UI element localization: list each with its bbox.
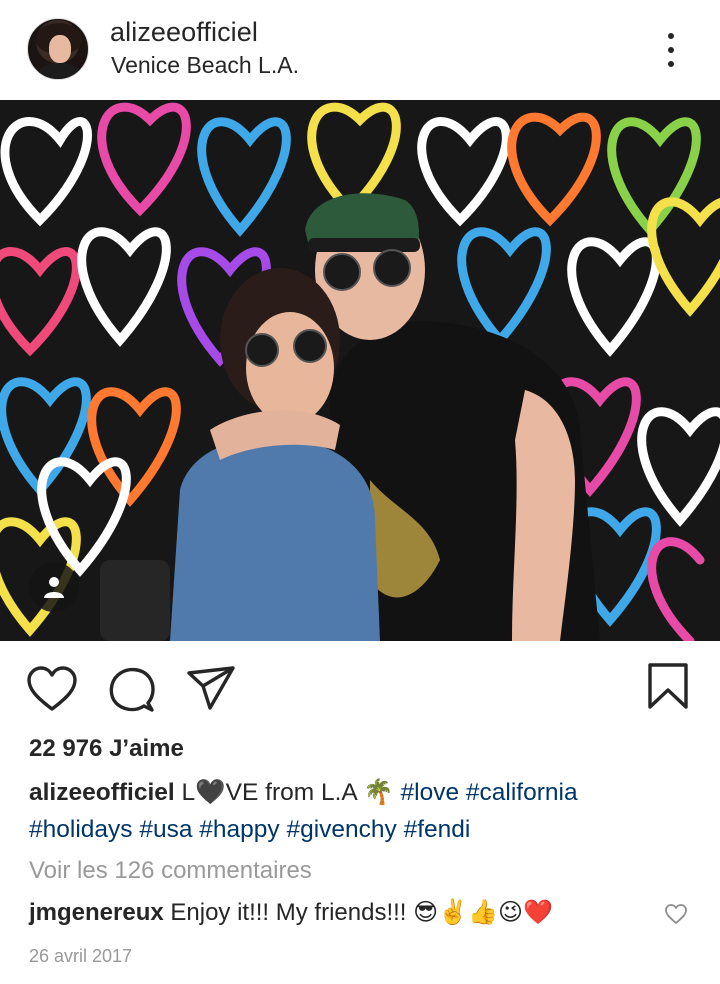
palm-tree-emoji: 🌴 — [363, 779, 394, 806]
caption-text-2: VE from L.A — [225, 779, 364, 806]
avatar[interactable] — [27, 18, 89, 80]
caption-username[interactable]: alizeeofficiel — [29, 779, 175, 806]
wink-emoji: 😉 — [497, 899, 523, 926]
comment-text: Enjoy it!!! My friends!!! — [163, 899, 414, 926]
thumbs-up-emoji: 👍 — [468, 899, 498, 926]
post-header: alizeeofficiel Venice Beach L.A. — [0, 0, 720, 100]
hashtag-link[interactable]: #usa — [139, 816, 192, 843]
heart-icon[interactable] — [26, 666, 78, 717]
victory-hand-emoji: ✌️ — [438, 899, 469, 926]
hashtag-link[interactable]: #fendi — [404, 816, 471, 843]
post-location[interactable]: Venice Beach L.A. — [111, 52, 299, 79]
black-heart-emoji: 🖤 — [195, 779, 226, 806]
hashtag-link[interactable]: #love — [401, 779, 460, 806]
post-username[interactable]: alizeeofficiel — [110, 17, 258, 48]
more-options-icon[interactable] — [655, 30, 685, 70]
comment-heart-icon[interactable] — [664, 903, 688, 930]
bookmark-icon[interactable] — [647, 662, 689, 715]
action-bar — [0, 641, 720, 731]
comment-username[interactable]: jmgenereux — [29, 899, 164, 926]
red-heart-emoji: ❤️ — [522, 899, 553, 926]
caption-text: L — [174, 779, 196, 806]
sunglasses-emoji: 😎 — [413, 899, 439, 926]
view-comments-link[interactable]: Voir les 126 commentaires — [29, 857, 312, 885]
user-tag-icon[interactable] — [29, 562, 79, 612]
hashtag-link[interactable]: #givenchy — [286, 816, 396, 843]
post-caption: alizeeofficiel L🖤VE from L.A 🌴 #love #ca… — [29, 774, 699, 848]
hashtag-link[interactable]: #happy — [199, 816, 279, 843]
post-image — [0, 100, 720, 641]
post-photo[interactable] — [0, 100, 720, 641]
post-date: 26 avril 2017 — [29, 946, 133, 966]
like-count[interactable]: 22 976 J’aime — [29, 735, 184, 763]
send-icon[interactable] — [186, 665, 236, 716]
comment-row: jmgenereux Enjoy it!!! My friends!!! 😎✌️… — [29, 898, 553, 927]
hashtag-link[interactable]: #holidays — [29, 816, 133, 843]
hashtag-link[interactable]: #california — [466, 779, 578, 806]
comment-bubble-icon[interactable] — [108, 665, 156, 718]
